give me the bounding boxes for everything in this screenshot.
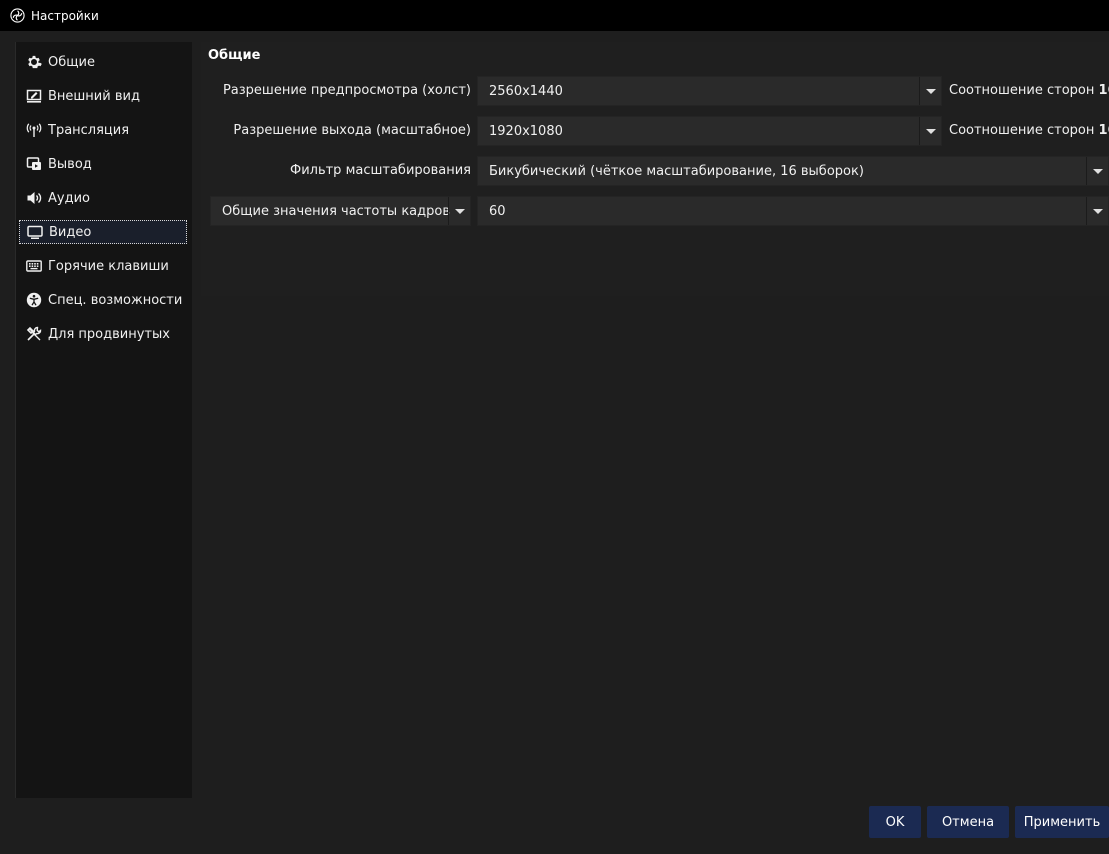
aspect-ratio-label: Соотношение сторон [949,83,1099,98]
fps-type-combo[interactable]: Общие значения частоты кадров [210,196,471,226]
sidebar-item-label: Вывод [48,156,92,172]
tools-icon [25,326,42,343]
obs-logo-icon [10,8,25,23]
output-resolution-label: Разрешение выхода (масштабное) [233,123,471,138]
aspect-ratio-value: 16:9 [1098,83,1109,98]
sidebar-item-label: Трансляция [48,122,130,138]
sidebar-item-accessibility[interactable]: Спец. возможности [19,288,187,312]
title-bar: Настройки [0,0,1109,31]
base-resolution-value: 2560x1440 [489,83,563,99]
window-title: Настройки [31,8,99,23]
sidebar-item-stream[interactable]: Трансляция [19,118,187,142]
chevron-down-icon[interactable] [1086,197,1108,225]
keyboard-icon [25,258,42,275]
accessibility-icon [25,292,42,309]
chevron-down-icon[interactable] [1086,157,1108,185]
base-aspect-ratio: Соотношение сторон 16:9 [949,83,1109,98]
fps-type-value: Общие значения частоты кадров [222,203,450,219]
sidebar-item-label: Спец. возможности [48,292,183,308]
ok-button[interactable]: OK [869,806,921,838]
section-title: Общие [208,48,261,63]
apply-button[interactable]: Применить [1015,806,1109,838]
downscale-filter-label: Фильтр масштабирования [290,163,471,178]
sidebar-item-label: Для продвинутых [48,326,170,342]
base-resolution-combo[interactable]: 2560x1440 [477,76,942,106]
output-icon [25,156,42,173]
downscale-filter-value: Бикубический (чёткое масштабирование, 16… [489,163,864,179]
monitor-icon [26,224,43,241]
chevron-down-icon[interactable] [448,197,470,225]
cancel-button[interactable]: Отмена [927,806,1009,838]
sidebar-item-audio[interactable]: Аудио [19,186,187,210]
chevron-down-icon[interactable] [919,117,941,145]
sidebar-item-general[interactable]: Общие [19,50,187,74]
output-resolution-combo[interactable]: 1920x1080 [477,116,942,146]
aspect-ratio-label: Соотношение сторон [949,123,1099,138]
sidebar-item-output[interactable]: Вывод [19,152,187,176]
appearance-icon [25,88,42,105]
sidebar-item-video[interactable]: Видео [19,220,187,244]
fps-value-combo[interactable]: 60 [477,196,1109,226]
downscale-filter-combo[interactable]: Бикубический (чёткое масштабирование, 16… [477,156,1109,186]
sidebar-item-label: Внешний вид [48,88,140,104]
sidebar-item-label: Аудио [48,190,90,206]
sidebar-item-appearance[interactable]: Внешний вид [19,84,187,108]
sidebar-item-advanced[interactable]: Для продвинутых [19,322,187,346]
aspect-ratio-value: 16:9 [1098,123,1109,138]
sidebar-item-hotkeys[interactable]: Горячие клавиши [19,254,187,278]
fps-value: 60 [489,203,506,219]
output-resolution-value: 1920x1080 [489,123,563,139]
settings-window: Настройки Общие Внешний вид Трансляция В… [0,0,1109,854]
base-resolution-label: Разрешение предпросмотра (холст) [222,83,471,98]
gear-icon [25,54,42,71]
output-aspect-ratio: Соотношение сторон 16:9 [949,123,1109,138]
chevron-down-icon[interactable] [919,77,941,105]
video-settings-panel: Общие Разрешение предпросмотра (холст) 2… [201,42,1109,296]
broadcast-icon [25,122,42,139]
speaker-icon [25,190,42,207]
sidebar-item-label: Общие [48,54,95,70]
sidebar-item-label: Горячие клавиши [48,258,169,274]
sidebar-item-label: Видео [49,224,92,240]
settings-sidebar: Общие Внешний вид Трансляция Вывод Аудио [15,42,192,798]
